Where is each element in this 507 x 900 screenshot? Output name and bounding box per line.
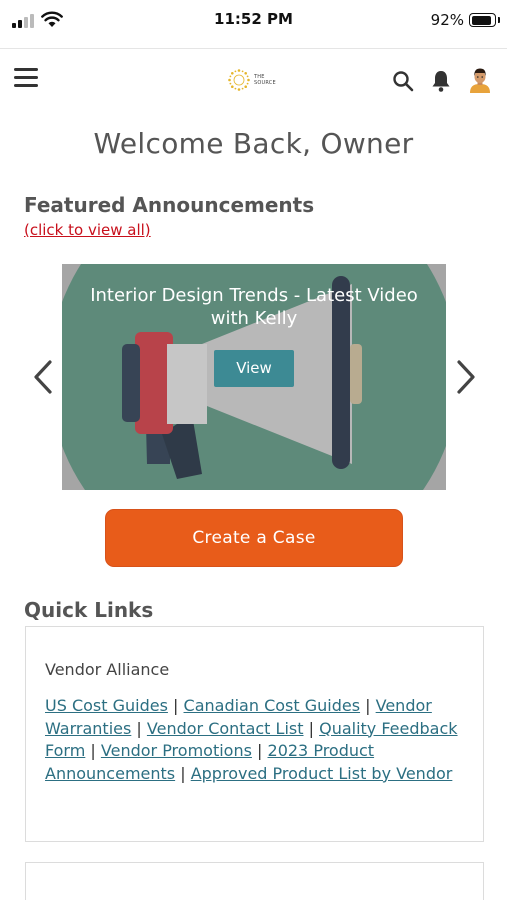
link-us-cost-guides[interactable]: US Cost Guides (45, 696, 168, 715)
view-button[interactable]: View (214, 350, 294, 387)
app-logo[interactable]: THE SOURCE (227, 67, 288, 93)
battery-icon (469, 13, 496, 27)
search-icon[interactable] (392, 70, 414, 92)
link-separator: | (136, 718, 142, 738)
battery-percent: 92% (430, 11, 464, 29)
featured-announcements-title: Featured Announcements (24, 193, 315, 217)
link-vendor-promotions[interactable]: Vendor Promotions (101, 741, 252, 760)
link-separator: | (90, 741, 96, 761)
create-case-button[interactable]: Create a Case (105, 509, 403, 567)
quick-links-card: Vendor Alliance US Cost Guides | Canadia… (25, 626, 484, 842)
welcome-heading: Welcome Back, Owner (93, 127, 414, 160)
chevron-left-icon[interactable] (32, 360, 54, 394)
link-vendor-contact-list[interactable]: Vendor Contact List (147, 719, 304, 738)
announcement-carousel[interactable]: Interior Design Trends - Latest Video wi… (62, 264, 446, 490)
quick-links-title: Quick Links (24, 598, 154, 622)
view-all-link[interactable]: (click to view all) (24, 221, 151, 239)
sunburst-logo-icon (228, 69, 250, 91)
logo-wordmark: THE SOURCE (254, 74, 276, 86)
link-separator: | (173, 696, 179, 715)
link-separator: | (257, 741, 263, 761)
chevron-right-icon[interactable] (455, 360, 477, 394)
status-bar: 11:52 PM 92% (0, 0, 507, 44)
user-avatar[interactable] (468, 67, 492, 93)
link-separator: | (365, 696, 371, 715)
battery-tip (498, 17, 500, 23)
slide-title: Interior Design Trends - Latest Video wi… (90, 285, 418, 329)
vendor-alliance-heading: Vendor Alliance (45, 660, 170, 679)
app-header: THE SOURCE (0, 48, 507, 110)
bell-icon[interactable] (430, 69, 452, 93)
link-approved-product-list[interactable]: Approved Product List by Vendor (191, 764, 453, 783)
link-separator: | (180, 763, 186, 783)
battery-fill (471, 15, 491, 25)
link-separator: | (308, 718, 314, 738)
secondary-card (25, 862, 484, 900)
quick-links-list: US Cost Guides | Canadian Cost Guides | … (45, 695, 470, 785)
link-canadian-cost-guides[interactable]: Canadian Cost Guides (184, 696, 361, 715)
hamburger-menu-icon[interactable] (14, 68, 38, 88)
